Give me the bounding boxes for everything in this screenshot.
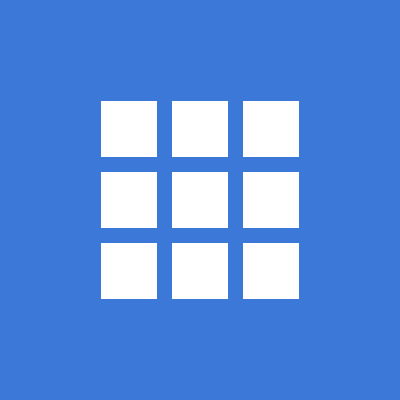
tile-grid — [101, 101, 299, 299]
grid-tile — [172, 101, 228, 157]
grid-tile — [243, 101, 299, 157]
grid-tile — [101, 101, 157, 157]
grid-tile — [172, 172, 228, 228]
grid-tile — [101, 172, 157, 228]
grid-tile — [243, 172, 299, 228]
apps-grid-icon[interactable] — [0, 0, 400, 400]
grid-tile — [101, 243, 157, 299]
grid-tile — [243, 243, 299, 299]
grid-tile — [172, 243, 228, 299]
